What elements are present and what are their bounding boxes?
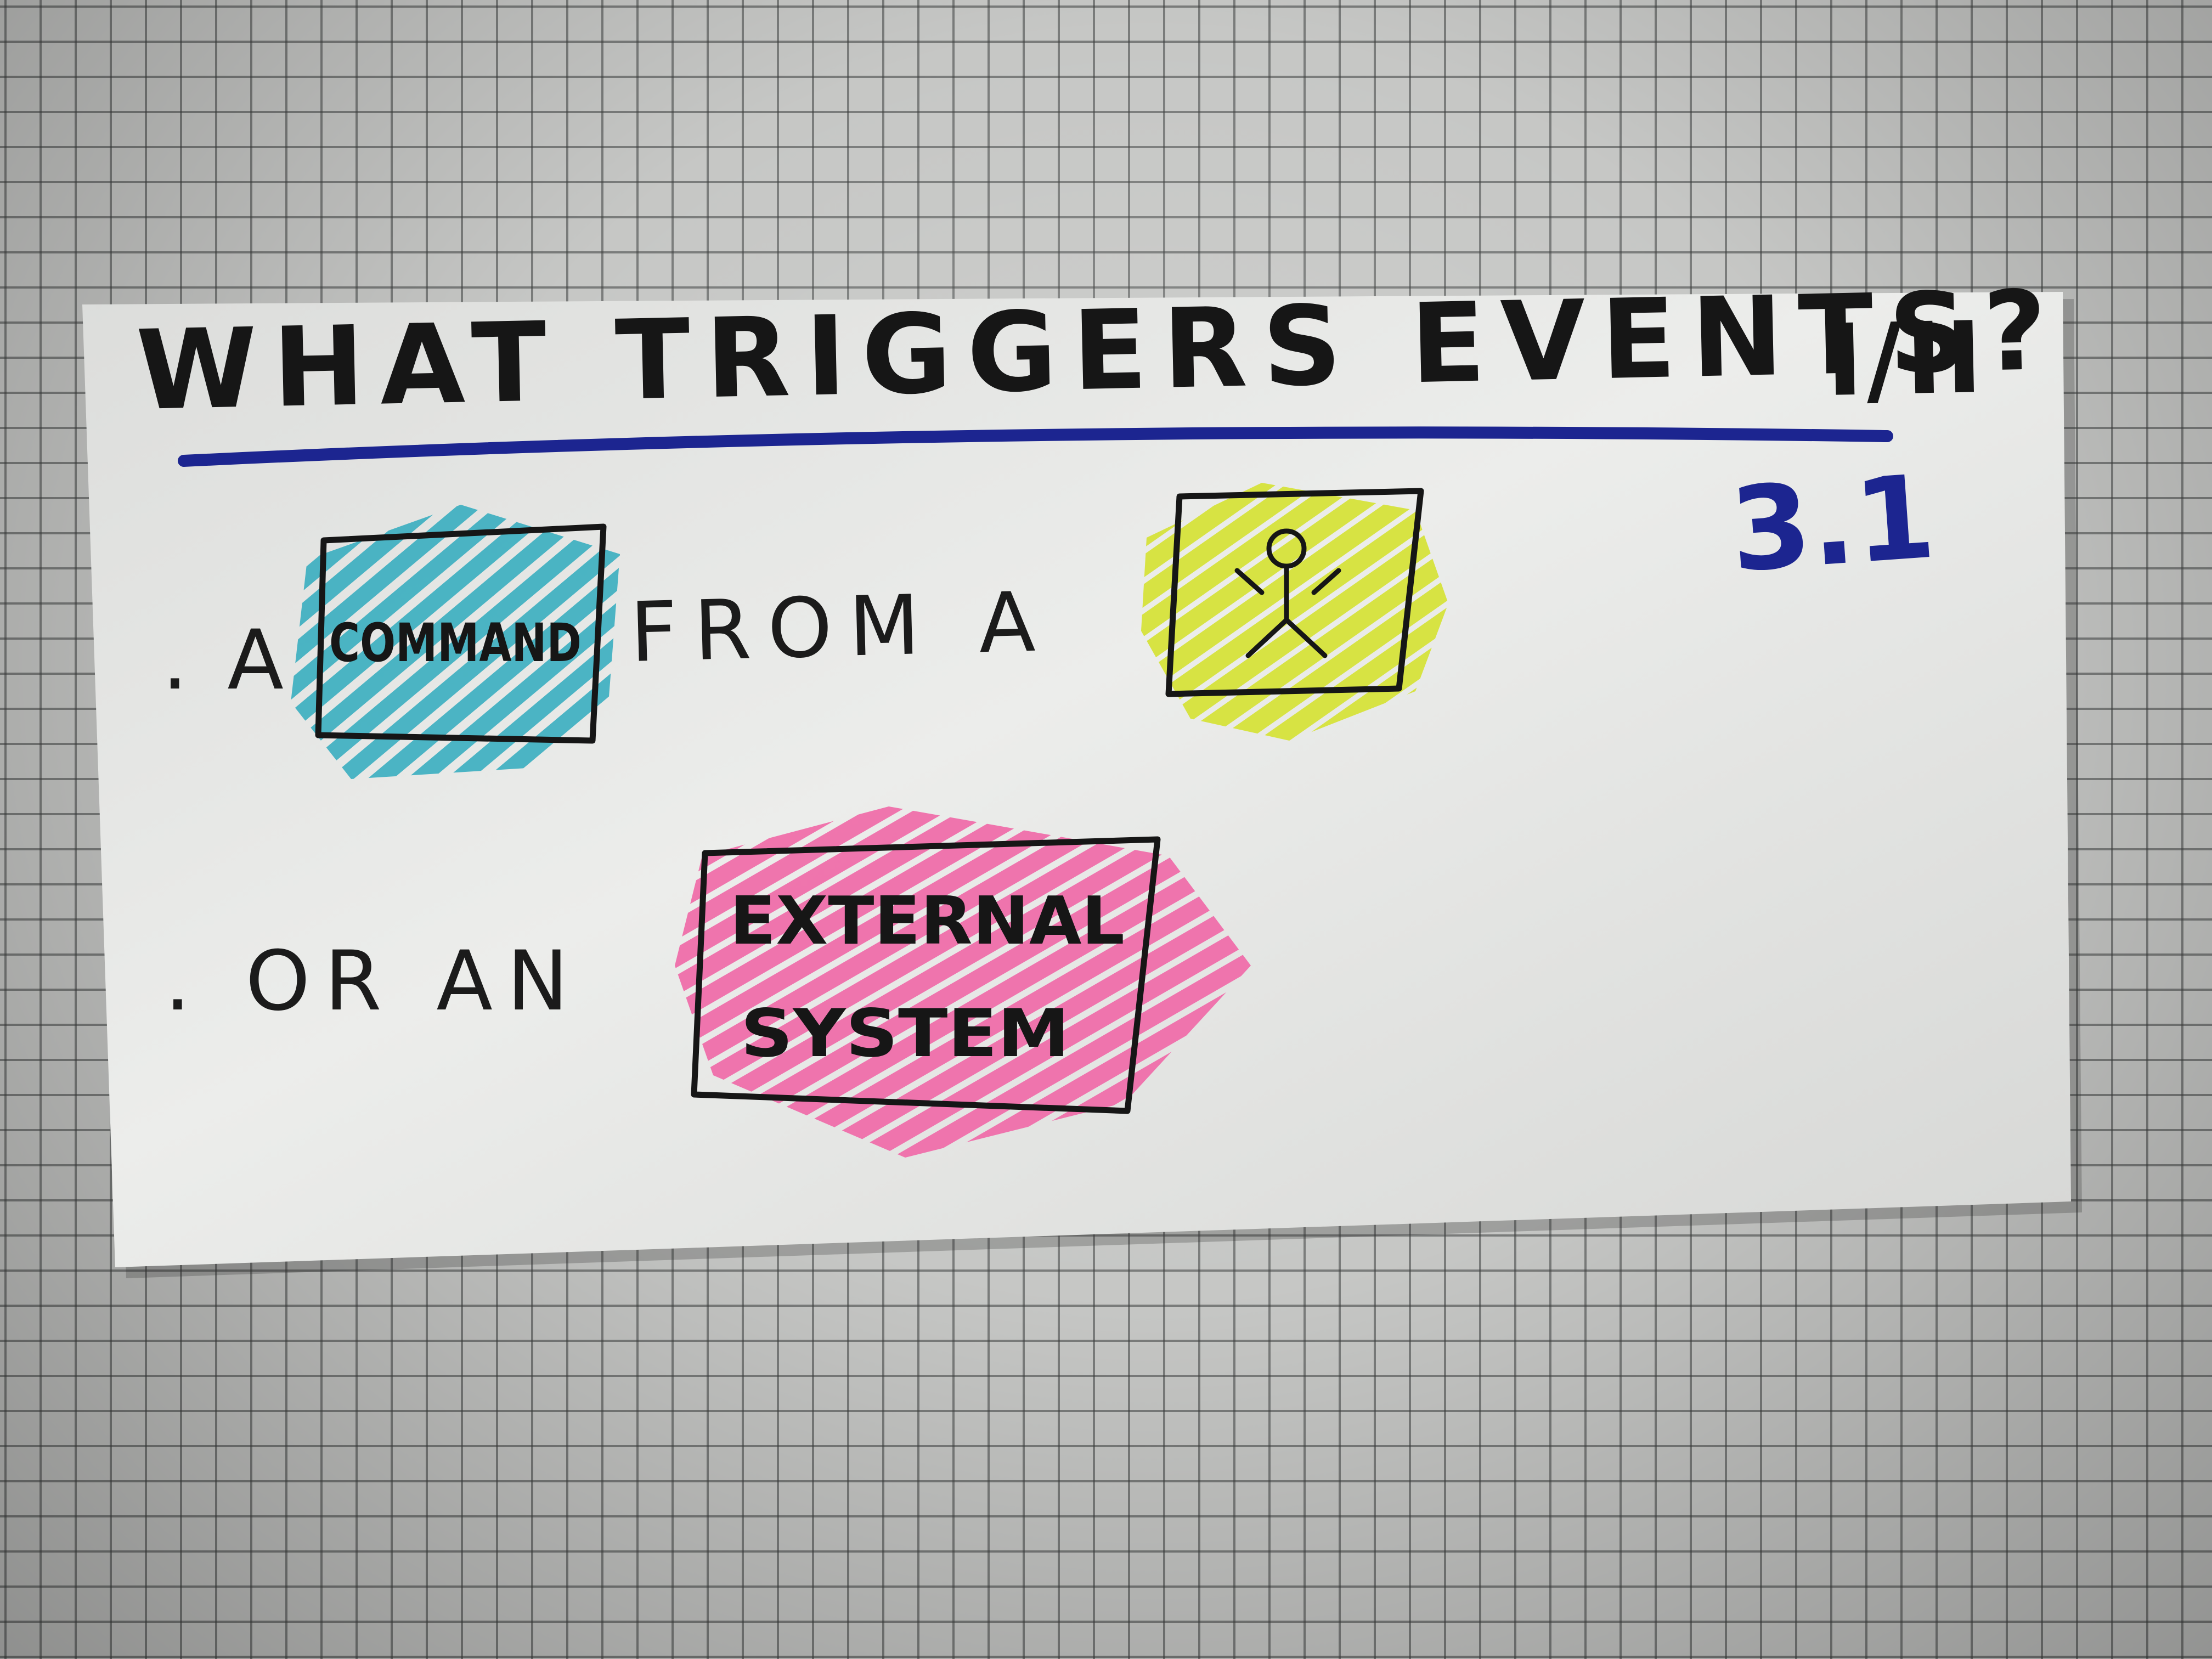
command-label: COMMAND (329, 612, 582, 674)
photo-scene: WHAT TRIGGERS EVENTS? I/II 3.1 . A COMMA… (0, 0, 2212, 1659)
part-marker: I/II (1825, 301, 1987, 419)
external-label-line2: SYSTEM (741, 996, 1070, 1072)
section-number: 3.1 (1726, 450, 1939, 598)
line-two-prefix: . OR AN (165, 934, 583, 1029)
line-one-middle: FROM A (629, 574, 1053, 681)
sticky-card-drawing: WHAT TRIGGERS EVENTS? I/II 3.1 . A COMMA… (82, 267, 2082, 1278)
line-one-prefix: . A (162, 613, 290, 708)
external-label-line1: EXTERNAL (730, 883, 1125, 960)
